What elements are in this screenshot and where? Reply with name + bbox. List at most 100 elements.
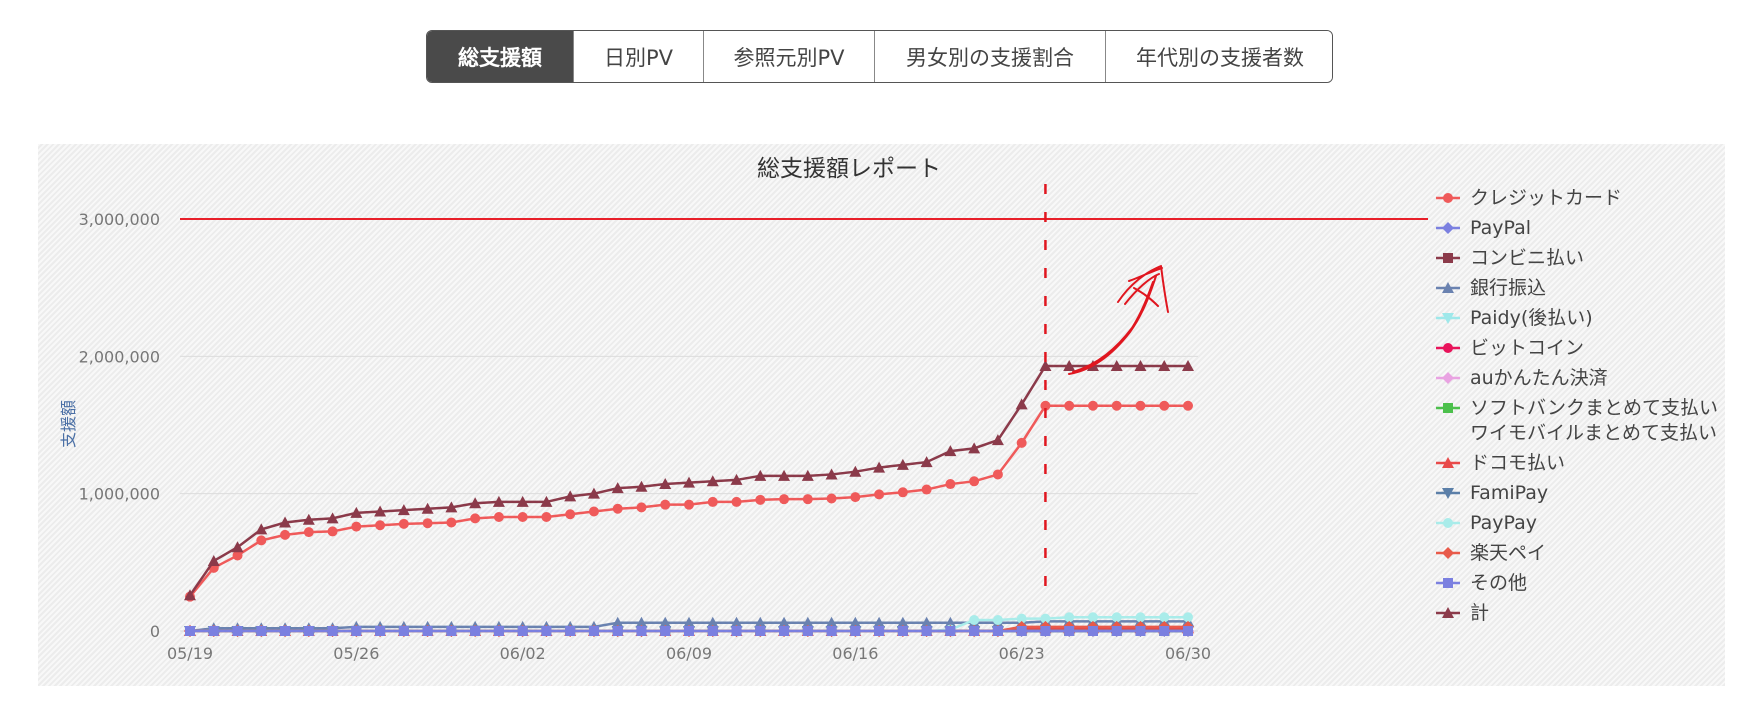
tab-total-support[interactable]: 総支援額 <box>427 31 574 82</box>
chart-legend: クレジットカード PayPal コンビニ払い銀行振込 Paidy(後払い) ビットコイン… <box>1436 187 1737 624</box>
data-point <box>1135 400 1146 411</box>
legend-swatch-marker <box>1443 193 1453 203</box>
data-point <box>588 626 599 636</box>
data-point <box>992 626 1003 636</box>
data-point <box>208 626 219 636</box>
data-point <box>351 626 362 636</box>
data-point <box>684 626 694 636</box>
chart-panel: 総支援額レポート 支援額 0 1,000,000 2,000,000 3,000,00… <box>38 144 1737 686</box>
hand-drawn-arrow-annotation <box>1068 265 1169 375</box>
data-point <box>327 626 338 636</box>
data-point <box>232 626 243 636</box>
y-axis-title-wrap: 支援額 <box>59 400 78 448</box>
data-point <box>1135 612 1146 623</box>
data-point <box>1064 612 1075 623</box>
data-point <box>945 479 956 490</box>
data-point <box>1135 626 1146 636</box>
data-point <box>446 626 457 636</box>
data-point <box>1087 612 1098 623</box>
tab-gender-ratio[interactable]: 男女別の支援割合 <box>875 31 1106 82</box>
data-point <box>1159 400 1170 411</box>
data-point <box>731 496 742 507</box>
legend-label: コンビニ払い <box>1470 247 1584 269</box>
data-point <box>660 499 671 510</box>
data-point <box>897 626 908 636</box>
data-point <box>1064 400 1075 411</box>
data-point <box>517 512 528 523</box>
legend-item-0: クレジットカード <box>1436 187 1622 209</box>
data-point <box>1111 626 1122 636</box>
data-point <box>802 626 813 636</box>
x-tick-label: 06/16 <box>832 644 878 663</box>
legend-item-2: コンビニ払い <box>1436 247 1584 269</box>
tab-daily-pv[interactable]: 日別PV <box>574 31 704 82</box>
data-point <box>280 529 291 540</box>
legend-label: その他 <box>1470 572 1527 594</box>
data-point <box>185 626 195 636</box>
data-point <box>565 509 576 520</box>
legend-item-4: Paidy(後払い) <box>1436 307 1593 329</box>
data-point <box>1087 626 1098 636</box>
data-point <box>398 626 409 636</box>
legend-label: 楽天ペイ <box>1470 542 1546 564</box>
y-tick-label: 1,000,000 <box>79 485 160 504</box>
data-point <box>493 626 504 636</box>
legend-item-10: PayPay <box>1436 512 1537 534</box>
data-point <box>826 626 837 636</box>
legend-label: 銀行振込 <box>1470 277 1546 299</box>
legend-swatch-marker <box>1443 518 1453 528</box>
tab-age-supporters[interactable]: 年代別の支援者数 <box>1106 31 1332 82</box>
data-point <box>612 626 623 636</box>
x-tick-label: 06/23 <box>999 644 1045 663</box>
legend-swatch-marker <box>1442 372 1454 384</box>
data-point <box>470 626 481 636</box>
data-point <box>351 521 362 532</box>
data-point <box>707 496 718 507</box>
data-point <box>969 626 980 636</box>
data-point <box>612 503 623 514</box>
data-point <box>1183 612 1193 623</box>
legend-label: PayPay <box>1470 512 1537 534</box>
legend-swatch-marker <box>1442 547 1454 559</box>
y-tick-label: 2,000,000 <box>79 347 160 366</box>
legend-swatch-marker <box>1442 222 1454 234</box>
data-point <box>1183 400 1193 411</box>
tab-referrer-pv[interactable]: 参照元別PV <box>704 31 875 82</box>
data-point <box>731 626 742 636</box>
legend-swatch-marker <box>1443 343 1453 353</box>
data-point <box>707 626 718 636</box>
data-point <box>256 626 267 636</box>
legend-item-13: 計 <box>1436 602 1489 624</box>
data-point <box>992 469 1003 480</box>
data-point <box>850 626 861 636</box>
y-tick-labels: 0 1,000,000 2,000,000 3,000,000 <box>79 210 160 641</box>
data-point <box>969 615 980 626</box>
legend-swatch-marker <box>1443 578 1453 588</box>
legend-item-11: 楽天ペイ <box>1436 542 1546 564</box>
series-13 <box>184 359 1194 601</box>
data-point <box>1183 626 1193 636</box>
data-point <box>1040 626 1051 636</box>
support-total-chart: 総支援額レポート 支援額 0 1,000,000 2,000,000 3,000,00… <box>59 156 1737 663</box>
data-point <box>992 615 1003 626</box>
data-point <box>874 626 885 636</box>
data-point <box>588 506 599 517</box>
data-point <box>921 484 932 495</box>
legend-label: Paidy(後払い) <box>1470 307 1593 329</box>
data-point <box>921 626 932 636</box>
grid-lines <box>180 218 1198 632</box>
data-point <box>375 626 386 636</box>
data-point <box>802 494 813 505</box>
legend-item-3: 銀行振込 <box>1436 277 1546 299</box>
chart-title: 総支援額レポート <box>757 156 941 182</box>
data-point <box>779 626 790 636</box>
legend-label: クレジットカード <box>1470 187 1622 209</box>
data-point <box>1111 400 1122 411</box>
series-0 <box>185 400 1193 602</box>
x-tick-label: 06/02 <box>500 644 546 663</box>
data-point <box>660 626 671 636</box>
data-point <box>850 492 861 503</box>
y-axis-title: 支援額 <box>59 400 78 448</box>
data-point <box>256 535 267 546</box>
data-point <box>398 518 409 529</box>
